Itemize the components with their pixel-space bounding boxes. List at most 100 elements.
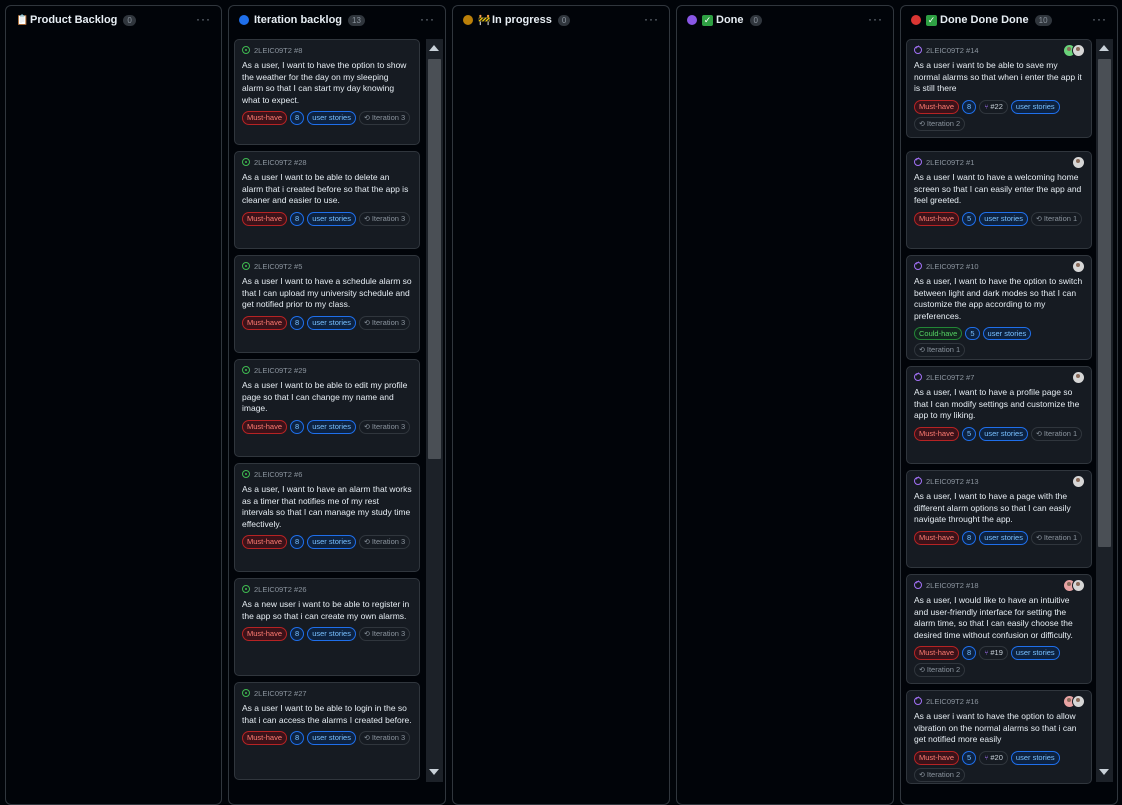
priority-label[interactable]: Must-have: [914, 99, 960, 114]
iteration-label[interactable]: ⟲ Iteration 1: [914, 343, 966, 357]
iteration-label[interactable]: ⟲ Iteration 2: [914, 767, 966, 782]
issue-reference[interactable]: 2LEIC09T2 #29: [254, 366, 307, 375]
issue-card[interactable]: 2LEIC09T2 #26 As a new user i want to be …: [234, 578, 420, 676]
issue-card[interactable]: 2LEIC09T2 #18 As a user, I would like to …: [906, 574, 1092, 684]
user-stories-label[interactable]: user stories: [307, 211, 356, 226]
issue-reference[interactable]: 2LEIC09T2 #5: [254, 262, 302, 271]
iteration-label[interactable]: ⟲ Iteration 1: [1030, 530, 1083, 545]
iteration-label[interactable]: ⟲ Iteration 1: [1030, 426, 1083, 441]
issue-reference[interactable]: 2LEIC09T2 #14: [926, 46, 979, 55]
user-stories-label[interactable]: user stories: [979, 426, 1028, 441]
iteration-label[interactable]: ⟲ Iteration 1: [1030, 211, 1083, 226]
issue-reference[interactable]: 2LEIC09T2 #28: [254, 158, 307, 167]
linked-pr-label[interactable]: ⑂ #20: [979, 750, 1008, 765]
issue-card[interactable]: 2LEIC09T2 #6 As a user, I want to have an…: [234, 463, 420, 572]
user-stories-label[interactable]: user stories: [1010, 99, 1060, 114]
iteration-label[interactable]: ⟲ Iteration 2: [914, 663, 966, 677]
issue-title[interactable]: As a user, I would like to have an intui…: [914, 595, 1084, 641]
priority-label[interactable]: Must-have: [242, 211, 288, 226]
issue-reference[interactable]: 2LEIC09T2 #6: [254, 470, 302, 479]
issue-card[interactable]: 2LEIC09T2 #16 As a user i want to have th…: [906, 690, 1092, 784]
assignee-avatars[interactable]: [1072, 156, 1085, 169]
scroll-thumb[interactable]: [428, 59, 441, 459]
scrollbar[interactable]: [1096, 39, 1113, 782]
story-points-label[interactable]: 8: [962, 646, 977, 660]
priority-label[interactable]: Must-have: [242, 419, 288, 434]
issue-title[interactable]: As a user I want to be able to edit my p…: [242, 380, 412, 415]
issue-reference[interactable]: 2LEIC09T2 #1: [926, 158, 974, 167]
column-menu-icon[interactable]: ···: [196, 12, 211, 26]
user-stories-label[interactable]: user stories: [307, 731, 356, 745]
issue-card[interactable]: 2LEIC09T2 #5 As a user I want to have a s…: [234, 255, 420, 353]
issue-card[interactable]: 2LEIC09T2 #28 As a user I want to be able…: [234, 151, 420, 249]
priority-label[interactable]: Must-have: [914, 646, 960, 660]
column-menu-icon[interactable]: ···: [1092, 12, 1107, 26]
story-points-label[interactable]: 5: [962, 211, 977, 226]
column-header[interactable]: Iteration backlog 13 ···: [229, 6, 445, 34]
column-header[interactable]: ✓ Done 0 ···: [677, 6, 893, 34]
story-points-label[interactable]: 8: [290, 731, 305, 745]
story-points-label[interactable]: 8: [290, 419, 305, 434]
issue-reference[interactable]: 2LEIC09T2 #18: [926, 581, 979, 590]
issue-title[interactable]: As a user i want to be able to save my n…: [914, 60, 1084, 95]
scroll-down-icon[interactable]: [1099, 769, 1109, 775]
user-stories-label[interactable]: user stories: [307, 627, 356, 641]
issue-reference[interactable]: 2LEIC09T2 #16: [926, 697, 979, 706]
user-stories-label[interactable]: user stories: [307, 535, 356, 549]
issue-reference[interactable]: 2LEIC09T2 #26: [254, 585, 307, 594]
user-stories-label[interactable]: user stories: [1010, 750, 1060, 765]
issue-title[interactable]: As a user, I want to have the option to …: [914, 276, 1084, 322]
story-points-label[interactable]: 8: [290, 535, 305, 549]
linked-pr-label[interactable]: ⑂ #22: [979, 99, 1008, 114]
user-stories-label[interactable]: user stories: [307, 315, 356, 330]
column-menu-icon[interactable]: ···: [420, 12, 435, 26]
issue-title[interactable]: As a user I want to have a welcoming hom…: [914, 172, 1084, 207]
issue-card[interactable]: 2LEIC09T2 #29 As a user I want to be able…: [234, 359, 420, 457]
iteration-label[interactable]: ⟲ Iteration 3: [358, 627, 411, 641]
iteration-label[interactable]: ⟲ Iteration 2: [914, 116, 966, 131]
issue-card[interactable]: 2LEIC09T2 #14 As a user i want to be able…: [906, 39, 1092, 138]
priority-label[interactable]: Must-have: [914, 211, 960, 226]
scrollbar[interactable]: [426, 39, 443, 782]
issue-reference[interactable]: 2LEIC09T2 #7: [926, 373, 974, 382]
scroll-down-icon[interactable]: [429, 769, 439, 775]
scroll-thumb[interactable]: [1098, 59, 1111, 547]
priority-label[interactable]: Must-have: [242, 111, 288, 125]
story-points-label[interactable]: 8: [290, 315, 305, 330]
issue-title[interactable]: As a user i want to have the option to a…: [914, 711, 1084, 746]
iteration-label[interactable]: ⟲ Iteration 3: [358, 419, 411, 434]
issue-card[interactable]: 2LEIC09T2 #1 As a user I want to have a w…: [906, 151, 1092, 249]
issue-title[interactable]: As a user I want to be able to login in …: [242, 703, 412, 726]
priority-label[interactable]: Must-have: [242, 627, 288, 641]
issue-reference[interactable]: 2LEIC09T2 #8: [254, 46, 302, 55]
priority-label[interactable]: Must-have: [242, 535, 288, 549]
issue-card[interactable]: 2LEIC09T2 #10 As a user, I want to have t…: [906, 255, 1092, 360]
assignee-avatars[interactable]: [1063, 695, 1085, 708]
issue-reference[interactable]: 2LEIC09T2 #27: [254, 689, 307, 698]
story-points-label[interactable]: 8: [290, 627, 305, 641]
user-stories-label[interactable]: user stories: [307, 111, 356, 125]
issue-title[interactable]: As a user, I want to have a page with th…: [914, 491, 1084, 526]
user-stories-label[interactable]: user stories: [982, 327, 1032, 340]
scroll-up-icon[interactable]: [429, 45, 439, 51]
assignee-avatars[interactable]: [1072, 260, 1085, 273]
issue-title[interactable]: As a user I want to be able to delete an…: [242, 172, 412, 207]
issue-title[interactable]: As a new user i want to be able to regis…: [242, 599, 412, 622]
story-points-label[interactable]: 8: [290, 111, 305, 125]
user-stories-label[interactable]: user stories: [979, 530, 1028, 545]
assignee-avatars[interactable]: [1063, 44, 1085, 57]
story-points-label[interactable]: 8: [290, 211, 305, 226]
assignee-avatars[interactable]: [1072, 371, 1085, 384]
column-menu-icon[interactable]: ···: [644, 12, 659, 26]
linked-pr-label[interactable]: ⑂ #19: [979, 646, 1008, 660]
issue-title[interactable]: As a user I want to have a schedule alar…: [242, 276, 412, 311]
issue-title[interactable]: As a user, I want to have a profile page…: [914, 387, 1084, 422]
priority-label[interactable]: Must-have: [914, 530, 960, 545]
issue-card[interactable]: 2LEIC09T2 #8 As a user, I want to have th…: [234, 39, 420, 145]
story-points-label[interactable]: 5: [962, 750, 977, 765]
story-points-label[interactable]: 8: [962, 99, 977, 114]
column-header[interactable]: 🚧 In progress 0 ···: [453, 6, 669, 34]
priority-label[interactable]: Could-have: [914, 327, 963, 340]
assignee-avatars[interactable]: [1072, 475, 1085, 488]
iteration-label[interactable]: ⟲ Iteration 3: [358, 731, 411, 745]
